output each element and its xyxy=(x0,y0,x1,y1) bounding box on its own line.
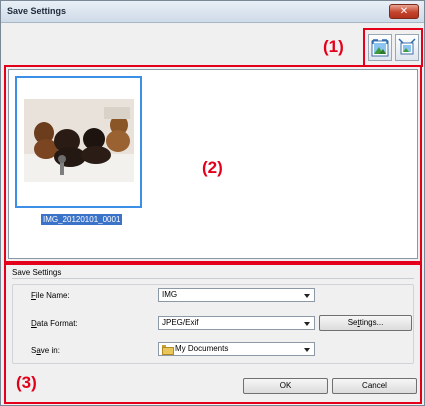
annotation-label-3: (3) xyxy=(16,373,37,392)
thumbnail-area-frame: IMG_20120101_0001 (2) xyxy=(4,65,422,263)
data-format-value: JPEG/Exif xyxy=(162,318,199,327)
window-title: Save Settings xyxy=(7,6,67,16)
chevron-down-icon xyxy=(304,348,310,352)
folder-icon xyxy=(162,345,174,355)
thumbnail-area[interactable]: IMG_20120101_0001 (2) xyxy=(8,69,418,259)
save-in-value: My Documents xyxy=(175,344,229,353)
file-name-combo[interactable]: IMG xyxy=(158,288,315,302)
enlarge-thumbnail-button[interactable] xyxy=(368,34,392,61)
chevron-down-icon xyxy=(304,294,310,298)
annotation-label-2: (2) xyxy=(202,158,223,177)
title-bar[interactable]: Save Settings ✕ xyxy=(1,1,424,23)
format-settings-button[interactable]: Settings... xyxy=(319,315,412,331)
save-settings-section: Save Settings File Name: IMG Data Format… xyxy=(4,263,422,404)
photo-thumbnail xyxy=(24,99,134,182)
cancel-button[interactable]: Cancel xyxy=(332,378,417,394)
save-in-select[interactable]: My Documents xyxy=(158,342,315,356)
data-format-label: Data Format: xyxy=(31,319,78,328)
thumbnail-item[interactable] xyxy=(15,76,142,208)
file-name-label: File Name: xyxy=(31,291,70,300)
ok-button[interactable]: OK xyxy=(243,378,328,394)
thumbnail-size-toolbar xyxy=(363,28,423,67)
thumbnail-filename[interactable]: IMG_20120101_0001 xyxy=(41,214,123,225)
save-settings-dialog: Save Settings ✕ (1) IMG_20120101_0001 (2… xyxy=(0,0,425,406)
chevron-down-icon xyxy=(304,322,310,326)
data-format-select[interactable]: JPEG/Exif xyxy=(158,316,315,330)
close-icon: ✕ xyxy=(399,6,409,17)
section-title: Save Settings xyxy=(12,268,62,277)
reduce-thumbnail-icon xyxy=(398,38,416,55)
enlarge-thumbnail-icon xyxy=(371,39,389,57)
close-button[interactable]: ✕ xyxy=(389,4,419,19)
section-divider xyxy=(12,278,414,279)
file-name-value: IMG xyxy=(162,290,178,299)
reduce-thumbnail-button[interactable] xyxy=(395,34,419,61)
save-in-label: Save in: xyxy=(31,346,60,355)
annotation-label-1: (1) xyxy=(323,37,344,56)
